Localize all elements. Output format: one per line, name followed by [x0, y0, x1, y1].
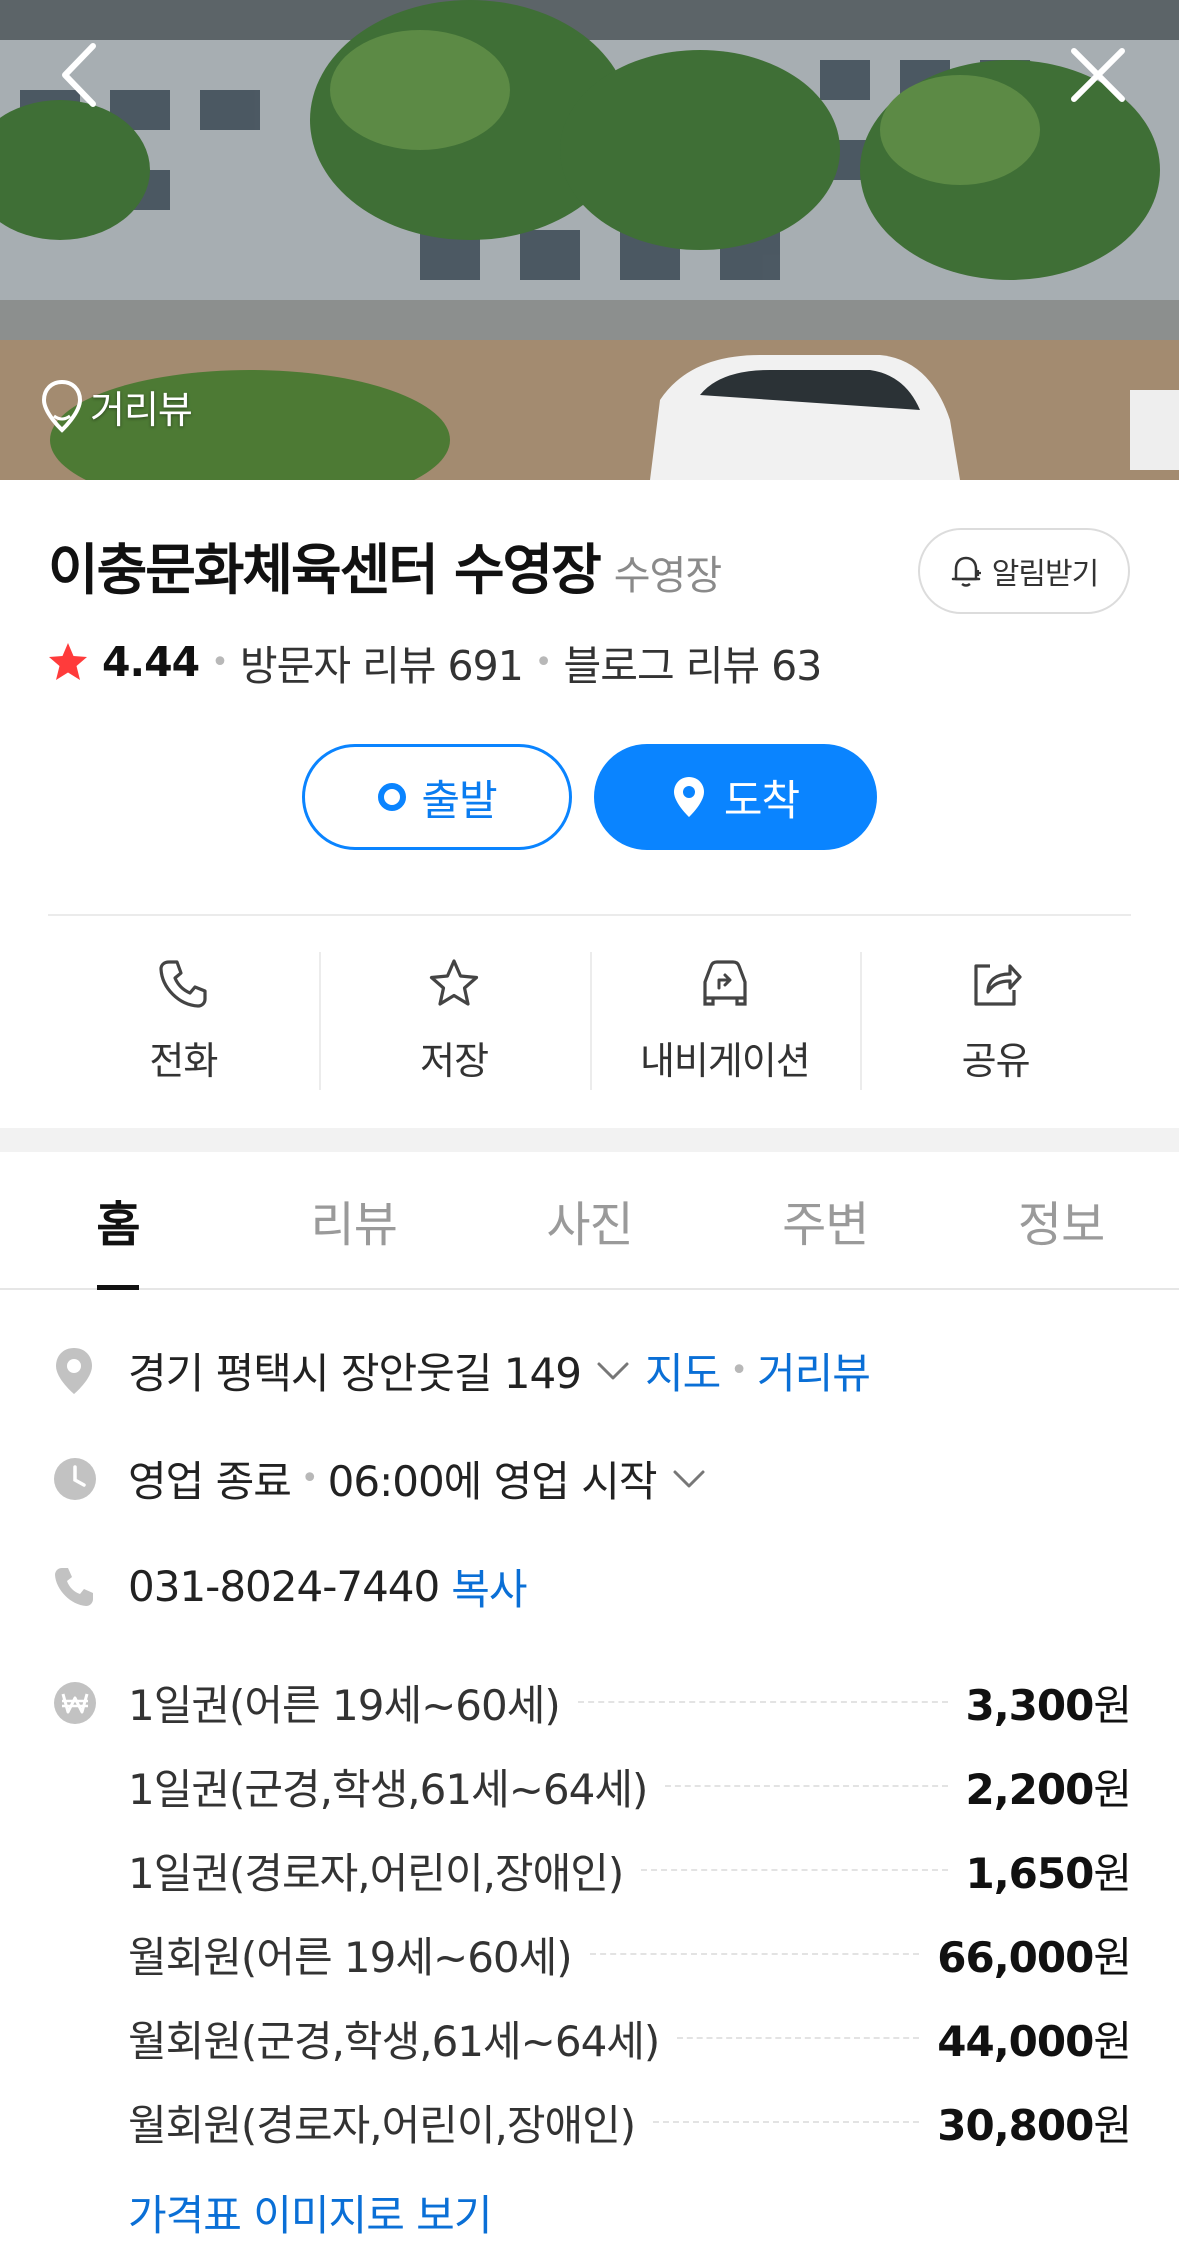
- price-row: 1일권(어른 19세~60세) 3,300원: [52, 1660, 1132, 1744]
- phone-row: 031-8024-7440 복사: [52, 1556, 528, 1617]
- streetview-button[interactable]: 거리뷰: [40, 378, 193, 434]
- separator-dot: •: [534, 644, 553, 680]
- section-divider: [0, 1128, 1179, 1152]
- star-icon: [430, 959, 479, 1006]
- tab-home[interactable]: 홈: [0, 1152, 236, 1290]
- destination-pin-icon: [673, 777, 704, 817]
- rating-row: 4.44 • 방문자 리뷰 691 • 블로그 리뷰 63: [46, 632, 823, 692]
- navigation-action[interactable]: 내비게이션: [589, 952, 861, 1092]
- car-navigation-icon: [703, 960, 747, 1006]
- dotted-leader: [677, 2037, 920, 2039]
- price-list: 1일권(어른 19세~60세) 3,300원 1일권(군경,학생,61세~64세…: [52, 1660, 1132, 2164]
- tab-reviews[interactable]: 리뷰: [236, 1152, 472, 1288]
- price-row: 월회원(군경,학생,61세~64세) 44,000원: [52, 1996, 1132, 2080]
- bell-plus-icon: [951, 556, 981, 587]
- map-link[interactable]: 지도: [645, 1340, 721, 1401]
- hours-row[interactable]: 영업 종료 • 06:00에 영업 시작: [52, 1448, 709, 1509]
- price-value: 2,200원: [965, 1764, 1132, 1814]
- dotted-leader: [589, 1953, 920, 1955]
- tab-nearby[interactable]: 주변: [707, 1152, 943, 1288]
- separator-dot: •: [730, 1353, 748, 1388]
- price-value: 44,000원: [937, 2016, 1132, 2066]
- tab-photos[interactable]: 사진: [472, 1152, 708, 1288]
- phone-icon: [55, 1567, 93, 1606]
- chevron-down-icon[interactable]: [669, 1464, 709, 1494]
- location-pin-icon: [56, 1347, 92, 1394]
- arrive-button[interactable]: 도착: [594, 744, 877, 850]
- place-name: 이충문화체육센터 수영장: [48, 538, 602, 602]
- price-value: 30,800원: [937, 2100, 1132, 2150]
- dotted-leader: [577, 1701, 948, 1703]
- chevron-down-icon[interactable]: [593, 1356, 633, 1386]
- depart-label: 출발: [421, 775, 497, 825]
- phone-icon-wrap: [52, 1565, 128, 1609]
- price-row: 1일권(경로자,어린이,장애인) 1,650원: [52, 1828, 1132, 1912]
- origin-dot-icon: [378, 783, 407, 811]
- call-label: 전화: [149, 1039, 218, 1083]
- price-image-link[interactable]: 가격표 이미지로 보기: [128, 2182, 492, 2243]
- price-value: 1,650원: [965, 1848, 1132, 1898]
- save-label: 저장: [420, 1039, 489, 1083]
- dotted-leader: [653, 2121, 920, 2123]
- price-row: 1일권(군경,학생,61세~64세) 2,200원: [52, 1744, 1132, 1828]
- separator-dot: •: [300, 1461, 319, 1496]
- location-pin-icon: [41, 379, 83, 433]
- price-row: 월회원(어른 19세~60세) 66,000원: [52, 1912, 1132, 1996]
- visitor-reviews-link[interactable]: 방문자 리뷰 691: [240, 632, 524, 692]
- price-name: 월회원(경로자,어린이,장애인): [128, 2100, 636, 2150]
- hours-status: 영업 종료: [128, 1457, 292, 1506]
- tab-info[interactable]: 정보: [943, 1152, 1179, 1288]
- streetview-label: 거리뷰: [90, 387, 193, 432]
- alert-button[interactable]: 알림받기: [918, 528, 1130, 614]
- phone-icon: [159, 960, 207, 1008]
- blog-reviews-link[interactable]: 블로그 리뷰 63: [564, 632, 823, 692]
- price-name: 1일권(어른 19세~60세): [128, 1680, 561, 1730]
- close-button[interactable]: [1053, 30, 1143, 120]
- price-value: 3,300원: [965, 1680, 1132, 1730]
- streetview-link[interactable]: 거리뷰: [757, 1340, 871, 1401]
- dotted-leader: [641, 1869, 948, 1871]
- price-value: 66,000원: [937, 1932, 1132, 1982]
- close-icon: [1071, 48, 1125, 102]
- action-bar: 전화 저장 내비게이션 공유: [48, 952, 1131, 1092]
- save-action[interactable]: 저장: [318, 952, 590, 1092]
- share-label: 공유: [961, 1039, 1031, 1083]
- copy-button[interactable]: 복사: [451, 1556, 527, 1617]
- hours-next: 06:00에 영업 시작: [327, 1457, 658, 1506]
- address-icon-wrap: [52, 1346, 128, 1396]
- arrive-label: 도착: [723, 775, 800, 825]
- share-action[interactable]: 공유: [860, 952, 1131, 1092]
- price-name: 월회원(군경,학생,61세~64세): [128, 2016, 660, 2066]
- share-icon: [974, 964, 1022, 1006]
- depart-button[interactable]: 출발: [302, 744, 572, 850]
- clock-icon-wrap: [52, 1456, 128, 1502]
- separator-dot: •: [211, 644, 229, 680]
- phone-number[interactable]: 031-8024-7440: [128, 1562, 440, 1611]
- navigation-label: 내비게이션: [639, 1039, 811, 1083]
- title-row: 이충문화체육센터 수영장 수영장: [48, 525, 722, 605]
- clock-icon: [54, 1457, 96, 1500]
- address-text: 경기 평택시 장안웃길 149: [128, 1349, 582, 1398]
- place-category: 수영장: [613, 553, 722, 599]
- address-row: 경기 평택시 장안웃길 149 지도 • 거리뷰: [52, 1340, 871, 1401]
- tab-bar: 홈 리뷰 사진 주변 정보: [0, 1152, 1179, 1290]
- star-rating-icon: [49, 643, 87, 680]
- price-name: 1일권(군경,학생,61세~64세): [128, 1764, 648, 1814]
- price-row: 월회원(경로자,어린이,장애인) 30,800원: [52, 2080, 1132, 2164]
- place-photo[interactable]: 거리뷰: [0, 0, 1179, 480]
- chevron-left-icon: [62, 43, 96, 107]
- rating-score: 4.44: [102, 638, 200, 686]
- price-name: 월회원(어른 19세~60세): [128, 1932, 573, 1982]
- divider: [48, 914, 1131, 916]
- call-action[interactable]: 전화: [48, 952, 319, 1092]
- back-button[interactable]: [35, 30, 125, 120]
- price-name: 1일권(경로자,어린이,장애인): [128, 1848, 624, 1898]
- alert-label: 알림받기: [991, 557, 1099, 592]
- dotted-leader: [665, 1785, 948, 1787]
